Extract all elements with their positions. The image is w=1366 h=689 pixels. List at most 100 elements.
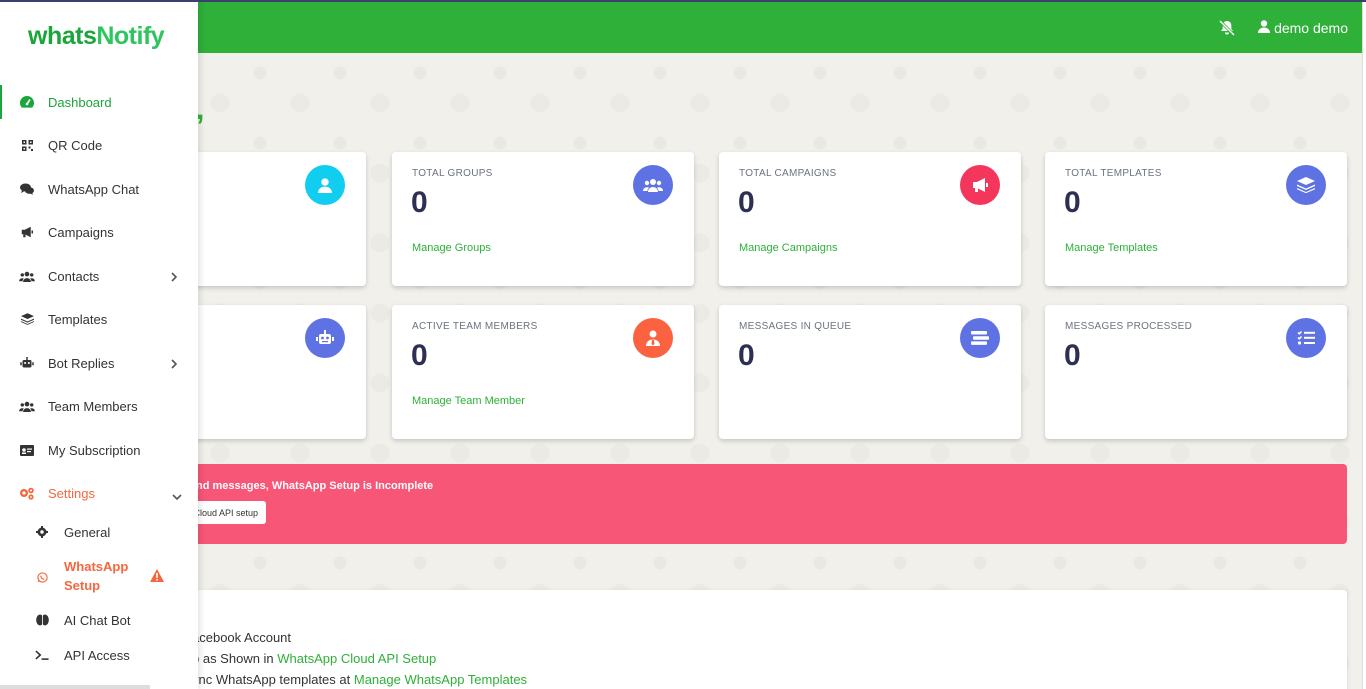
- stat-card-messages-in-queue: MESSAGES IN QUEUE 0: [719, 305, 1021, 439]
- warning-icon: [150, 569, 164, 585]
- user-name: demo demo: [1274, 19, 1348, 36]
- alert-message: nd messages, WhatsApp Setup is Incomplet…: [196, 480, 434, 492]
- comments-icon: [19, 181, 35, 197]
- qrcode-icon: [19, 137, 35, 153]
- sidebar-item-dashboard[interactable]: Dashboard: [0, 85, 198, 119]
- sidebar-item-contacts[interactable]: Contacts: [0, 259, 198, 293]
- card-title: TOTAL CAMPAIGNS: [739, 168, 837, 179]
- card-title: TOTAL GROUPS: [412, 168, 493, 179]
- setup-incomplete-alert: nd messages, WhatsApp Setup is Incomplet…: [160, 464, 1347, 544]
- window-top-border: [0, 0, 1366, 2]
- stat-card-total-campaigns: TOTAL CAMPAIGNS 0 Manage Campaigns: [719, 152, 1021, 286]
- navbar-right: demo demo: [1218, 2, 1348, 53]
- card-title: MESSAGES PROCESSED: [1065, 321, 1193, 332]
- stream-icon: [960, 318, 1000, 358]
- sidebar-item-templates[interactable]: Templates: [0, 302, 198, 336]
- megaphone-icon: [960, 165, 1000, 205]
- stat-card-total-templates: TOTAL TEMPLATES 0 Manage Templates: [1045, 152, 1347, 286]
- sidebar-item-label: Bot Replies: [48, 355, 115, 371]
- step-line-2: p as Shown in WhatsApp Cloud API Setup: [192, 651, 436, 666]
- manage-groups-link[interactable]: Manage Groups: [412, 242, 491, 254]
- sidebar-subitem-label: API Access: [64, 648, 130, 663]
- card-value: 0: [1064, 186, 1081, 219]
- sidebar-item-qr-code[interactable]: QR Code: [0, 128, 198, 162]
- chevron-down-icon: [172, 489, 182, 504]
- users-icon: [19, 398, 35, 414]
- sidebar-item-label: Dashboard: [48, 94, 112, 110]
- users-icon: [633, 165, 673, 205]
- chevron-right-icon: [171, 270, 178, 285]
- logo-text-1: whats: [28, 22, 97, 50]
- terminal-icon: [35, 648, 49, 662]
- step-line-3: ync WhatsApp templates at Manage WhatsAp…: [192, 672, 527, 687]
- manage-whatsapp-templates-link[interactable]: Manage WhatsApp Templates: [354, 672, 527, 687]
- user-menu[interactable]: demo demo: [1258, 20, 1348, 36]
- stat-card-total-groups: TOTAL GROUPS 0 Manage Groups: [392, 152, 694, 286]
- sidebar-item-label: QR Code: [48, 137, 103, 153]
- logo-text-2: Notify: [96, 22, 165, 50]
- step-text: p as Shown in: [192, 651, 278, 666]
- robot-icon: [19, 355, 35, 371]
- layers-icon: [19, 311, 35, 327]
- whatsapp-icon: [35, 570, 49, 584]
- sidebar-item-whatsapp-chat[interactable]: WhatsApp Chat: [0, 172, 198, 206]
- manage-campaigns-link[interactable]: Manage Campaigns: [739, 242, 837, 254]
- brain-icon: [35, 613, 49, 627]
- sidebar-subitem-label: General: [64, 525, 111, 540]
- card-title: ACTIVE TEAM MEMBERS: [412, 321, 538, 332]
- sidebar-subitem-api-access[interactable]: API Access: [0, 643, 198, 669]
- stat-card-active-team-members: ACTIVE TEAM MEMBERS 0 Manage Team Member: [392, 305, 694, 439]
- user-icon: [305, 165, 345, 205]
- sidebar-item-label: Templates: [48, 311, 108, 327]
- card-title: TOTAL TEMPLATES: [1065, 168, 1162, 179]
- user-tie-icon: [633, 318, 673, 358]
- megaphone-icon: [19, 224, 35, 240]
- app-logo[interactable]: whatsNotify: [28, 22, 165, 51]
- robot-icon: [305, 318, 345, 358]
- whatsapp-cloud-api-setup-link[interactable]: WhatsApp Cloud API Setup: [277, 651, 436, 666]
- chevron-right-icon: [171, 357, 178, 372]
- top-navbar: demo demo: [0, 2, 1362, 53]
- tasks-icon: [1286, 318, 1326, 358]
- card-value: 0: [738, 186, 755, 219]
- step-text: acebook Account: [192, 630, 292, 645]
- layers-icon: [1286, 165, 1326, 205]
- scrollbar[interactable]: [1362, 2, 1366, 689]
- gauge-icon: [19, 94, 35, 110]
- manage-team-member-link[interactable]: Manage Team Member: [412, 395, 525, 407]
- sidebar-scroll-edge: [0, 685, 150, 689]
- sidebar-item-label: My Subscription: [48, 442, 141, 458]
- sidebar-item-label: Campaigns: [48, 224, 114, 240]
- cogs-icon: [19, 485, 35, 501]
- manage-templates-link[interactable]: Manage Templates: [1065, 242, 1158, 254]
- sidebar-subitem-label: AI Chat Bot: [64, 613, 131, 628]
- gear-icon: [35, 525, 49, 539]
- stat-card-messages-processed: MESSAGES PROCESSED 0: [1045, 305, 1347, 439]
- id-card-icon: [19, 442, 35, 458]
- card-value: 0: [411, 186, 428, 219]
- sidebar-item-settings[interactable]: Settings: [0, 476, 198, 510]
- users-icon: [19, 268, 35, 284]
- sidebar: whatsNotify Dashboard QR Code WhatsApp C…: [0, 0, 198, 689]
- sidebar-subitem-ai-chat-bot[interactable]: AI Chat Bot: [0, 608, 198, 634]
- step-line-1: acebook Account: [192, 630, 291, 645]
- card-title: MESSAGES IN QUEUE: [739, 321, 852, 332]
- card-value: 0: [738, 339, 755, 372]
- sidebar-subitem-whatsapp-setup[interactable]: WhatsApp Setup: [0, 557, 198, 597]
- sidebar-item-label: Contacts: [48, 268, 100, 284]
- card-value: 0: [411, 339, 428, 372]
- step-text: ync WhatsApp templates at: [192, 672, 354, 687]
- sidebar-item-label: WhatsApp Chat: [48, 181, 140, 197]
- user-icon: [1258, 19, 1271, 36]
- sidebar-item-my-subscription[interactable]: My Subscription: [0, 433, 198, 467]
- sidebar-item-team-members[interactable]: Team Members: [0, 389, 198, 423]
- sidebar-item-campaigns[interactable]: Campaigns: [0, 215, 198, 249]
- sidebar-item-label: Settings: [48, 485, 95, 501]
- sidebar-subitem-label: WhatsApp Setup: [64, 559, 129, 593]
- card-value: 0: [1064, 339, 1081, 372]
- sidebar-subitem-general[interactable]: General: [0, 520, 198, 546]
- sidebar-item-label: Team Members: [48, 398, 138, 414]
- bell-slash-icon[interactable]: [1218, 19, 1236, 36]
- setup-steps-card: acebook Account p as Shown in WhatsApp C…: [160, 590, 1347, 689]
- sidebar-item-bot-replies[interactable]: Bot Replies: [0, 346, 198, 380]
